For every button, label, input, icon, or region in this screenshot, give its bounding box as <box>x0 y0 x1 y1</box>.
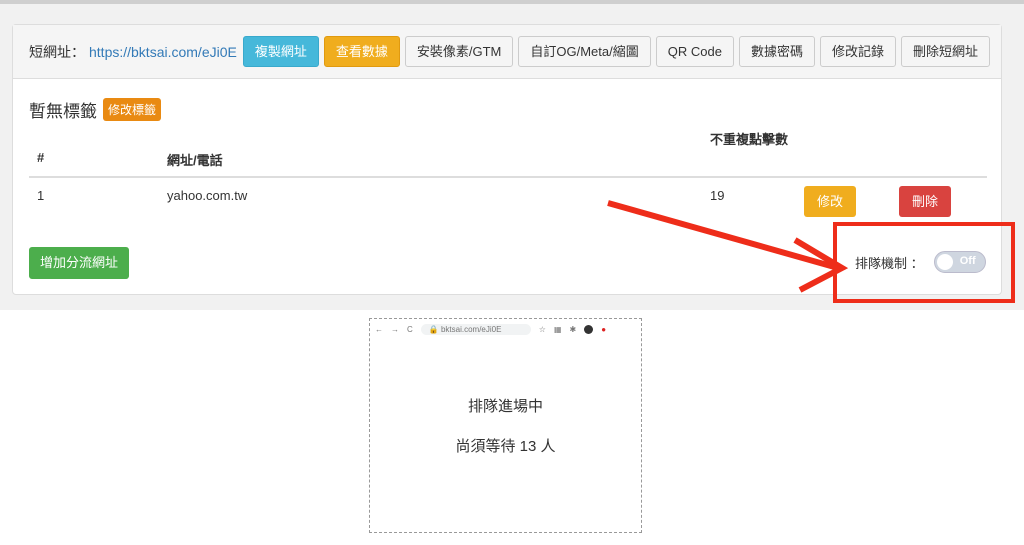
toggle-state: Off <box>959 255 976 267</box>
preview-title: 排隊進場中 <box>467 398 543 415</box>
queue-toggle[interactable]: Off <box>933 251 986 273</box>
queue-label: 排隊機制 ： <box>855 255 924 271</box>
forward-icon: → <box>391 324 399 334</box>
opera-icon: ● <box>601 324 607 334</box>
preview-address-bar: 🔒 bktsai.com/eJi0E <box>420 323 531 335</box>
reload-icon: C <box>407 324 413 334</box>
browser-preview: ← → C 🔒 bktsai.com/eJi0E ☆ ▦ ✱ ● 排隊進場中 尚須等待 … <box>369 318 642 533</box>
queue-setting: 排隊機制 ： Off <box>855 251 986 273</box>
star-icon: ☆ <box>538 324 546 334</box>
preview-toolbar: ← → C 🔒 bktsai.com/eJi0E ☆ ▦ ✱ ● <box>370 319 641 339</box>
back-icon: ← <box>375 324 383 334</box>
extension-icon: ▦ <box>553 324 562 334</box>
avatar <box>584 324 594 334</box>
preview-waiting: 尚須等待 13 人 <box>455 438 556 455</box>
puzzle-icon: ✱ <box>569 324 577 334</box>
